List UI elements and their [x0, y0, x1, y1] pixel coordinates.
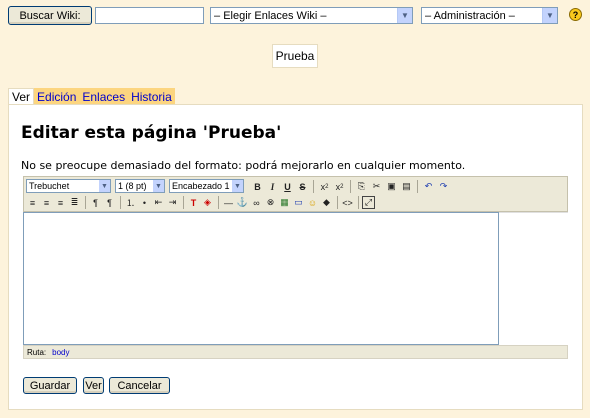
anchor-icon[interactable]: ⚓ — [236, 196, 249, 209]
toolbar-divider — [85, 196, 86, 209]
copy-icon[interactable]: ⎘ — [355, 180, 368, 193]
ltr-icon[interactable]: ¶ — [89, 196, 102, 209]
content-panel: Editar esta página 'Prueba' No se preocu… — [8, 104, 583, 410]
html-editor: Trebuchet ▼ 1 (8 pt) ▼ Encabezado 1 ▼ B … — [23, 176, 568, 361]
chevron-down-icon: ▼ — [232, 180, 243, 192]
format-select[interactable]: Encabezado 1 ▼ — [169, 179, 244, 193]
align-center-icon[interactable]: ≡ — [40, 196, 53, 209]
editor-content-area[interactable] — [23, 212, 499, 345]
paste-word-icon[interactable]: ▤ — [400, 180, 413, 193]
align-left-icon[interactable]: ≡ — [26, 196, 39, 209]
strikethrough-icon[interactable]: S — [296, 180, 309, 193]
search-wiki-button[interactable]: Buscar Wiki: — [8, 6, 92, 25]
preview-button[interactable]: Ver — [83, 377, 104, 394]
page-name-box: Prueba — [272, 44, 318, 68]
bold-icon[interactable]: B — [251, 180, 264, 193]
path-body-link[interactable]: body — [52, 348, 69, 357]
format-hint: No se preocupe demasiado del formato: po… — [21, 159, 466, 172]
text-color-icon[interactable]: T — [187, 196, 200, 209]
cancel-button[interactable]: Cancelar — [109, 377, 170, 394]
toolbar-divider — [218, 196, 219, 209]
dash-prefix: – — [214, 9, 224, 22]
justify-icon[interactable]: ≣ — [68, 196, 81, 209]
size-select[interactable]: 1 (8 pt) ▼ — [115, 179, 165, 193]
tab-edicion[interactable]: Edición — [34, 88, 80, 105]
font-select-label: Trebuchet — [29, 181, 70, 191]
links-select[interactable]: – Elegir Enlaces Wiki – ▼ — [210, 7, 413, 24]
toolbar-divider — [358, 196, 359, 209]
admin-select[interactable]: – Administración – ▼ — [421, 7, 558, 24]
page-title: Editar esta página 'Prueba' — [21, 123, 282, 143]
format-select-label: Encabezado 1 — [172, 181, 230, 191]
font-select[interactable]: Trebuchet ▼ — [26, 179, 111, 193]
tab-historia[interactable]: Historia — [128, 88, 175, 105]
redo-icon[interactable]: ↷ — [437, 180, 450, 193]
indent-icon[interactable]: ⇥ — [166, 196, 179, 209]
editor-toolbar: Trebuchet ▼ 1 (8 pt) ▼ Encabezado 1 ▼ B … — [23, 176, 568, 212]
cut-icon[interactable]: ✂ — [370, 180, 383, 193]
source-icon[interactable]: <> — [341, 196, 354, 209]
rtl-icon[interactable]: ¶ — [103, 196, 116, 209]
italic-icon[interactable]: I — [266, 180, 279, 193]
unordered-list-icon[interactable]: • — [138, 196, 151, 209]
paste-icon[interactable]: ▣ — [385, 180, 398, 193]
links-select-label: Elegir Enlaces Wiki – — [223, 9, 327, 22]
image-icon[interactable]: ▦ — [278, 196, 291, 209]
top-toolbar: Buscar Wiki: – Elegir Enlaces Wiki – ▼ –… — [0, 0, 590, 30]
table-icon[interactable]: ▭ — [292, 196, 305, 209]
toolbar-divider — [313, 180, 314, 193]
editor-statusbar: Ruta: body — [23, 345, 568, 359]
outdent-icon[interactable]: ⇤ — [152, 196, 165, 209]
search-input[interactable] — [95, 7, 204, 24]
tab-bar: Ver Edición Enlaces Historia — [8, 88, 175, 105]
smiley-icon[interactable]: ☺ — [306, 196, 319, 209]
save-button[interactable]: Guardar — [23, 377, 77, 394]
bg-color-icon[interactable]: ◈ — [201, 196, 214, 209]
size-select-label: 1 (8 pt) — [118, 181, 147, 191]
toolbar-divider — [337, 196, 338, 209]
unlink-icon[interactable]: ⊗ — [264, 196, 277, 209]
tab-ver[interactable]: Ver — [8, 88, 35, 105]
chevron-down-icon: ▼ — [397, 8, 412, 23]
toolbar-divider — [120, 196, 121, 209]
editor-margin — [499, 212, 568, 345]
toolbar-divider — [183, 196, 184, 209]
toolbar-divider — [350, 180, 351, 193]
special-char-icon[interactable]: ◆ — [320, 196, 333, 209]
fullscreen-icon[interactable]: ⤢ — [362, 196, 375, 209]
subscript-icon[interactable]: x2 — [318, 180, 331, 193]
chevron-down-icon: ▼ — [153, 180, 164, 192]
chevron-down-icon: ▼ — [99, 180, 110, 192]
hr-icon[interactable]: — — [222, 196, 235, 209]
chevron-down-icon: ▼ — [542, 8, 557, 23]
align-right-icon[interactable]: ≡ — [54, 196, 67, 209]
ordered-list-icon[interactable]: ⒈ — [124, 196, 137, 209]
link-icon[interactable]: ∞ — [250, 196, 263, 209]
superscript-icon[interactable]: x2 — [333, 180, 346, 193]
toolbar-divider — [417, 180, 418, 193]
underline-icon[interactable]: U — [281, 180, 294, 193]
undo-icon[interactable]: ↶ — [422, 180, 435, 193]
tab-enlaces[interactable]: Enlaces — [79, 88, 129, 105]
path-label: Ruta: — [27, 347, 47, 357]
help-icon[interactable]: ? — [569, 8, 582, 21]
admin-select-label: – Administración – — [425, 9, 515, 22]
